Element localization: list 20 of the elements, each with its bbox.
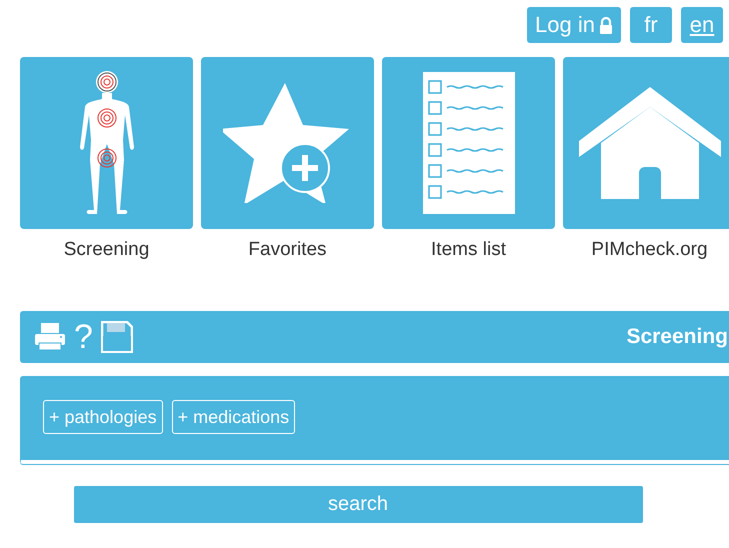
lock-icon [599, 16, 613, 34]
tile-button[interactable] [201, 57, 374, 229]
tile-label: Items list [431, 239, 506, 261]
help-button[interactable]: ? [74, 320, 93, 354]
search-button[interactable]: search [74, 486, 642, 523]
tile-button[interactable] [382, 57, 555, 229]
printer-icon[interactable] [34, 322, 66, 352]
checklist-icon [422, 72, 514, 214]
language-button[interactable]: en [681, 7, 723, 43]
tile-label: Favorites [248, 239, 327, 261]
add-button[interactable]: + medications [172, 400, 296, 434]
language-button[interactable]: fr [630, 7, 672, 43]
add-button[interactable]: + pathologies [43, 400, 163, 434]
login-button[interactable]: Log in [527, 7, 621, 43]
toolbar-title: Screening [626, 325, 729, 349]
tile-label: PIMcheck.org [591, 239, 708, 261]
tile-button[interactable] [20, 57, 193, 229]
tile-label: Screening [64, 239, 150, 261]
house-icon [578, 87, 720, 199]
tile-button[interactable] [563, 57, 729, 229]
